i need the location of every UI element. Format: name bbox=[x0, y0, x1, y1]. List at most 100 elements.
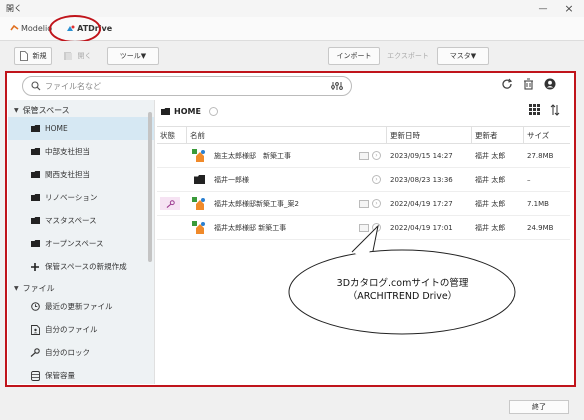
more-options-icon[interactable]: › bbox=[372, 223, 381, 232]
size-cell: 24.9MB bbox=[527, 223, 554, 232]
tools-menu-button[interactable]: ツール▼ bbox=[107, 47, 159, 65]
search-box bbox=[22, 76, 352, 96]
date-cell: 2023/09/15 14:27 bbox=[390, 151, 453, 160]
storage-section-header[interactable]: ▼ 保管スペース bbox=[8, 103, 154, 117]
more-options-icon[interactable]: › bbox=[372, 175, 381, 184]
info-icon[interactable] bbox=[208, 106, 218, 116]
sidebar-item-storage-capacity[interactable]: 保管容量 bbox=[8, 364, 154, 387]
app-tab-bar: Modelio ATDrive bbox=[0, 17, 584, 41]
modelio-icon bbox=[10, 24, 19, 33]
folder-icon bbox=[190, 175, 208, 184]
open-icon bbox=[63, 52, 72, 60]
column-header-user[interactable]: 更新者 bbox=[472, 126, 524, 144]
row-actions: › bbox=[359, 151, 381, 160]
column-header-name[interactable]: 名前 bbox=[187, 126, 387, 144]
project-file-icon bbox=[190, 220, 208, 235]
image-preview-icon[interactable] bbox=[359, 223, 369, 232]
name-cell: 施主太郎様邸 新築工事 › bbox=[187, 144, 387, 168]
sidebar-item-label: HOME bbox=[45, 124, 68, 133]
tab-modelio[interactable]: Modelio bbox=[6, 20, 56, 38]
sidebar-item-recent[interactable]: 最近の更新ファイル bbox=[8, 295, 154, 318]
sidebar-item-master[interactable]: マスタスペース bbox=[8, 209, 154, 232]
state-cell bbox=[157, 144, 187, 168]
sidebar-item-new-storage[interactable]: 保管スペースの新規作成 bbox=[8, 255, 154, 278]
plus-icon bbox=[30, 262, 40, 271]
state-cell bbox=[157, 216, 187, 240]
size-cell: – bbox=[527, 175, 531, 184]
folder-icon bbox=[161, 107, 170, 115]
row-actions: › bbox=[359, 199, 381, 208]
new-button-label: 新規 bbox=[32, 52, 47, 60]
master-menu-button[interactable]: マスタ▼ bbox=[437, 47, 489, 65]
master-menu-label: マスタ▼ bbox=[449, 52, 477, 60]
file-name: 福井一郎様 bbox=[214, 175, 249, 184]
clock-icon bbox=[30, 302, 40, 311]
sidebar-item-renovation[interactable]: リノベーション bbox=[8, 186, 154, 209]
column-header-state[interactable]: 状態 bbox=[157, 126, 187, 144]
minimize-button[interactable]: — bbox=[532, 4, 554, 14]
table-row[interactable]: 施主太郎様邸 新築工事 › 2023/09/15 14:27 福井 太郎 27.… bbox=[157, 144, 570, 168]
sidebar-item-my-files[interactable]: 自分のファイル bbox=[8, 318, 154, 341]
sidebar-item-home[interactable]: HOME bbox=[8, 117, 154, 140]
folder-icon bbox=[30, 217, 40, 224]
sidebar-item-label: マスタスペース bbox=[45, 216, 97, 225]
close-window-button[interactable]: × bbox=[554, 2, 584, 15]
file-name: 福井太郎様邸 新築工事 bbox=[214, 223, 287, 232]
user-file-icon bbox=[30, 324, 40, 335]
sidebar-item-my-locks[interactable]: 自分のロック bbox=[8, 341, 154, 364]
grid-view-icon[interactable] bbox=[529, 104, 540, 118]
import-button-label: インポート bbox=[336, 52, 372, 60]
breadcrumb: HOME bbox=[161, 103, 218, 119]
breadcrumb-label: HOME bbox=[174, 106, 201, 116]
table-row[interactable]: 福井一郎様 › 2023/08/23 13:36 福井 太郎 – bbox=[157, 168, 570, 192]
file-header-label: ファイル bbox=[22, 283, 55, 293]
name-cell: 福井太郎様邸 新築工事 › bbox=[187, 216, 387, 240]
filter-icon[interactable] bbox=[331, 80, 343, 94]
image-preview-icon[interactable] bbox=[359, 151, 369, 160]
sidebar-item-chubu[interactable]: 中部支社担当 bbox=[8, 140, 154, 163]
column-header-date[interactable]: 更新日時 bbox=[387, 126, 472, 144]
exit-button[interactable]: 終了 bbox=[509, 400, 569, 414]
file-name: 福井太郎様邸新築工事_案2 bbox=[214, 199, 299, 208]
export-button[interactable]: エクスポート bbox=[384, 47, 432, 65]
sidebar-item-kansai[interactable]: 関西支社担当 bbox=[8, 163, 154, 186]
more-options-icon[interactable]: › bbox=[372, 151, 381, 160]
project-file-icon bbox=[190, 148, 208, 163]
tab-atdrive-label: ATDrive bbox=[77, 24, 113, 33]
column-header-size[interactable]: サイズ bbox=[524, 126, 570, 144]
file-section-header[interactable]: ▼ ファイル bbox=[8, 281, 154, 295]
sidebar-scrollbar[interactable] bbox=[148, 112, 152, 262]
view-controls bbox=[529, 104, 560, 118]
refresh-icon[interactable] bbox=[501, 78, 513, 92]
window-title: 開く bbox=[6, 4, 22, 13]
sidebar-item-label: 自分のファイル bbox=[45, 325, 98, 334]
new-button[interactable]: 新規 bbox=[14, 47, 52, 65]
image-preview-icon[interactable] bbox=[359, 199, 369, 208]
lock-key-icon bbox=[160, 197, 180, 210]
sidebar-item-label: リノベーション bbox=[45, 193, 98, 202]
more-options-icon[interactable]: › bbox=[372, 199, 381, 208]
database-icon bbox=[30, 370, 40, 381]
folder-icon bbox=[30, 125, 40, 132]
date-cell: 2022/04/19 17:01 bbox=[390, 223, 453, 232]
collapse-triangle-icon: ▼ bbox=[14, 106, 19, 114]
sort-icon[interactable] bbox=[550, 104, 560, 118]
file-table: 状態 名前 更新日時 更新者 サイズ 施主太郎様邸 新築工事 › 2023/09… bbox=[157, 126, 570, 240]
callout-text: 3Dカタログ.comサイトの管理 （ARCHITREND Drive） bbox=[310, 277, 495, 303]
open-button-label: 開く bbox=[77, 52, 92, 60]
sidebar: ▼ 保管スペース HOME 中部支社担当 関西支社担当 リノベーション マスタス… bbox=[8, 100, 155, 384]
table-row[interactable]: 福井太郎様邸新築工事_案2 › 2022/04/19 17:27 福井 太郎 7… bbox=[157, 192, 570, 216]
row-actions: › bbox=[359, 223, 381, 232]
collapse-triangle-icon: ▼ bbox=[14, 284, 19, 292]
sidebar-item-label: 関西支社担当 bbox=[45, 170, 90, 179]
tab-atdrive[interactable]: ATDrive bbox=[62, 20, 116, 38]
user-cell: 福井 太郎 bbox=[475, 223, 506, 232]
open-button[interactable]: 開く bbox=[57, 47, 97, 65]
search-input[interactable] bbox=[45, 81, 325, 91]
account-icon[interactable] bbox=[544, 78, 556, 92]
sidebar-item-open-space[interactable]: オープンスペース bbox=[8, 232, 154, 255]
callout-line-1: 3Dカタログ.comサイトの管理 bbox=[336, 278, 469, 289]
trash-icon[interactable] bbox=[523, 78, 534, 92]
import-button[interactable]: インポート bbox=[328, 47, 380, 65]
table-row[interactable]: 福井太郎様邸 新築工事 › 2022/04/19 17:01 福井 太郎 24.… bbox=[157, 216, 570, 240]
